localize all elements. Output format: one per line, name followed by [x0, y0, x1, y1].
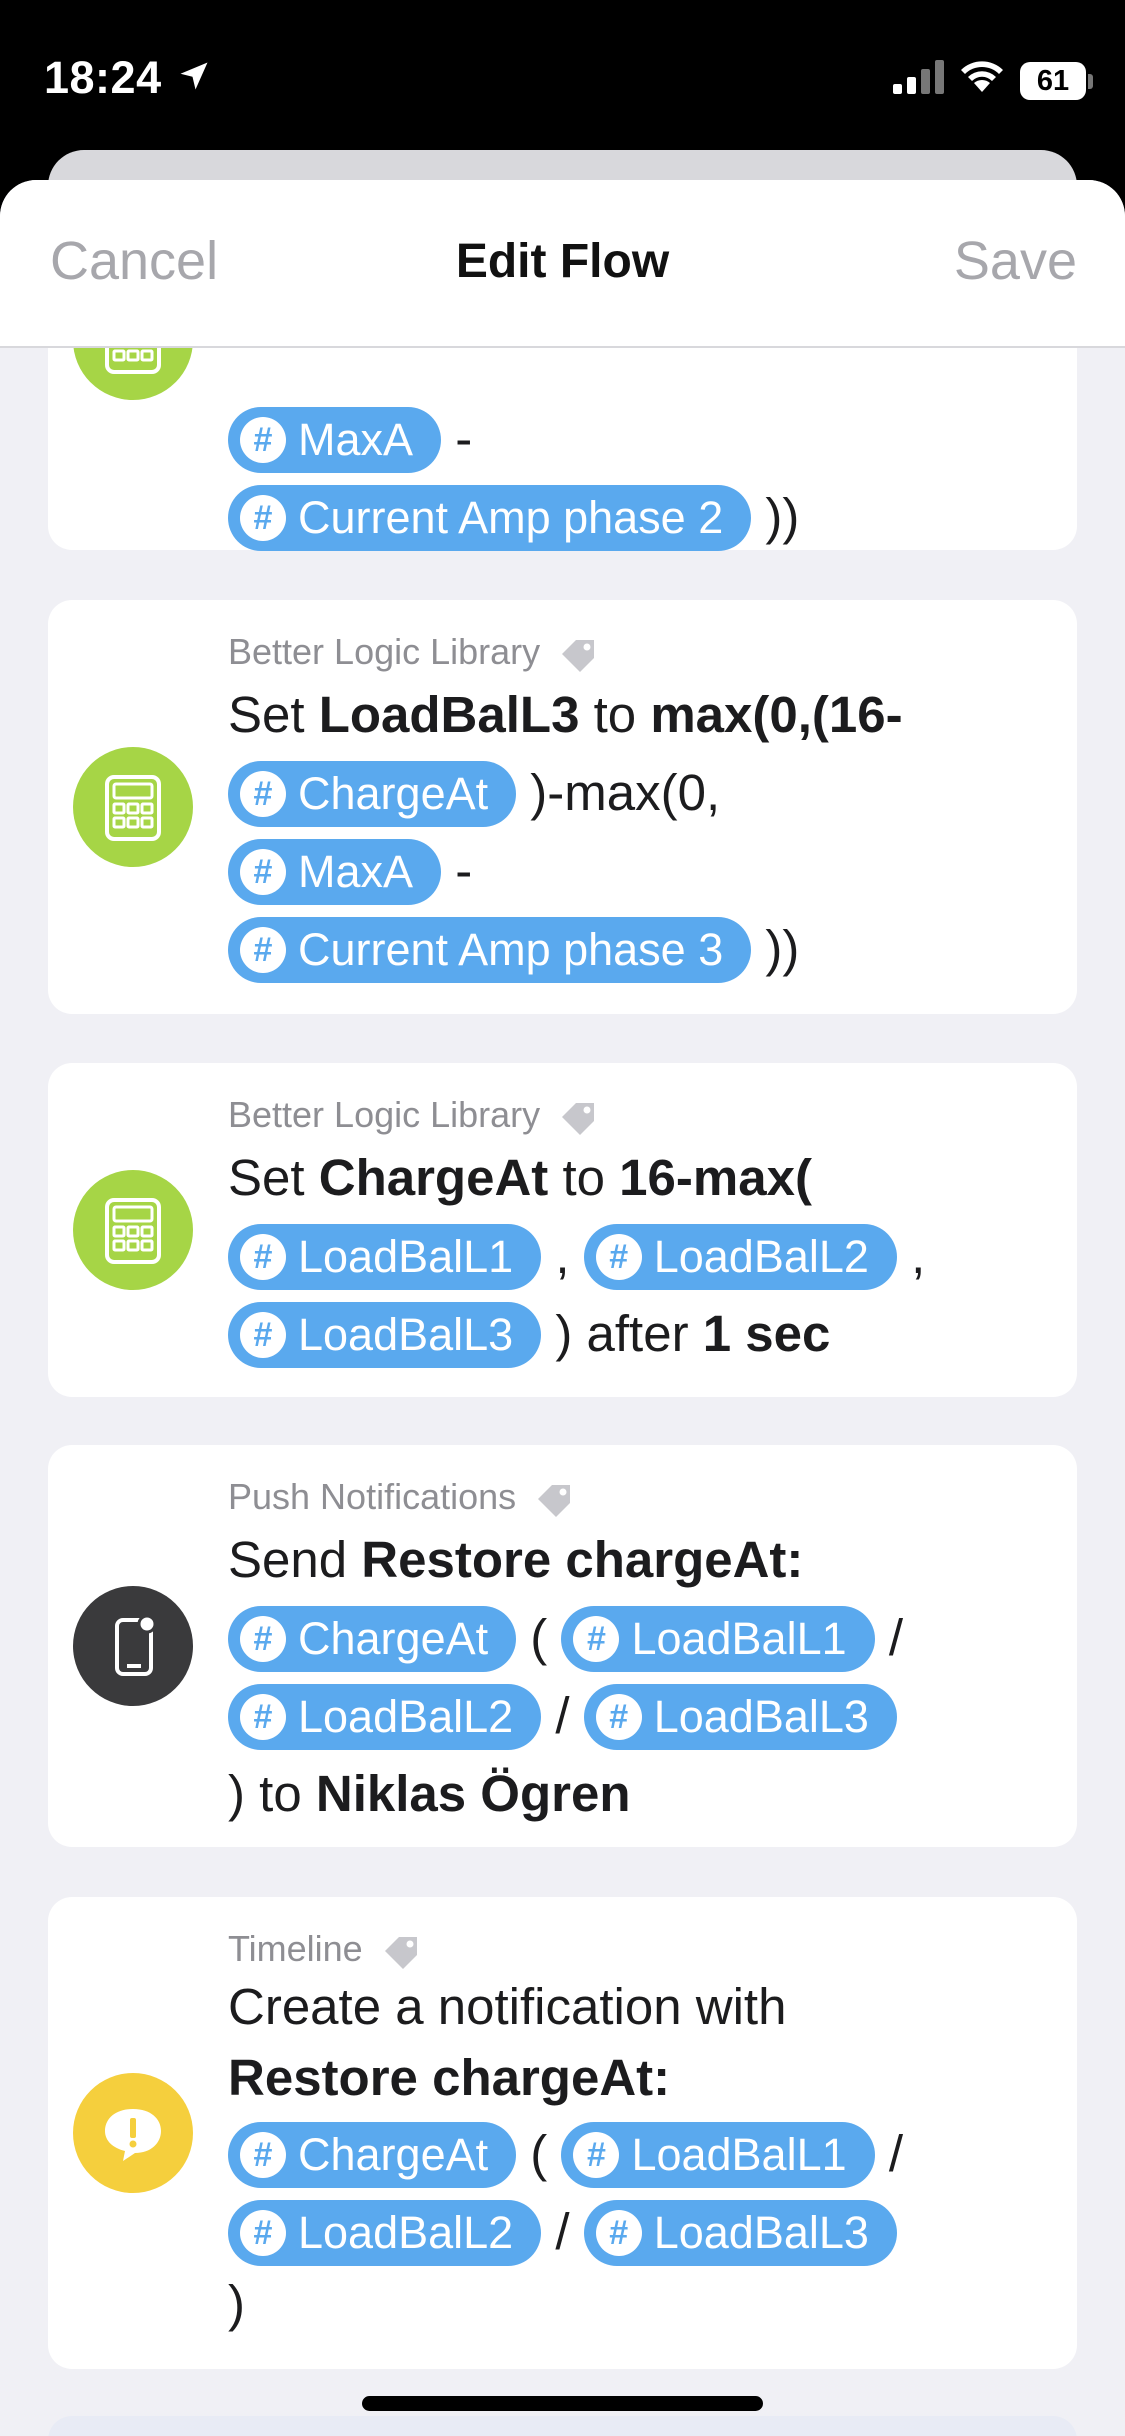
- cellular-signal-icon: [893, 60, 944, 94]
- action-line: ) to Niklas Ögren: [228, 1765, 631, 1822]
- action-line: # LoadBalL2 / # LoadBalL3: [228, 1677, 1041, 1755]
- status-time: 18:24: [44, 52, 162, 103]
- hash-icon: #: [240, 1693, 286, 1740]
- calculator-icon: [73, 747, 193, 867]
- variable-token[interactable]: # ChargeAt: [228, 2121, 517, 2188]
- app-source-label: Better Logic Library: [228, 628, 1041, 676]
- hash-icon: #: [573, 2131, 620, 2178]
- timeline-alert-icon: [73, 2073, 193, 2193]
- home-indicator[interactable]: [362, 2396, 763, 2411]
- action-line: # ChargeAt ( # LoadBalL1 /: [228, 2115, 1041, 2193]
- hash-icon: #: [240, 1311, 286, 1358]
- push-notification-icon: [73, 1586, 193, 1706]
- action-line: Set LoadBalL3 to max(0,(16-: [228, 686, 903, 743]
- hash-icon: #: [240, 416, 286, 463]
- flow-card[interactable]: Timeline Create a notification with Rest…: [48, 1897, 1077, 2369]
- action-line: # ChargeAt ( # LoadBalL1 /: [228, 1599, 1041, 1677]
- next-card-peek: [48, 2416, 1077, 2436]
- variable-token[interactable]: # ChargeAt: [228, 760, 517, 827]
- hash-icon: #: [240, 494, 286, 541]
- app-source-label: Timeline: [228, 1925, 1041, 1973]
- hash-icon: #: [573, 1615, 620, 1662]
- tag-icon[interactable]: [558, 1099, 598, 1136]
- action-line: # LoadBalL2 / # LoadBalL3: [228, 2193, 1041, 2271]
- variable-token[interactable]: # Current Amp phase 2: [228, 484, 752, 551]
- variable-token[interactable]: # LoadBalL2: [228, 1683, 542, 1750]
- hash-icon: #: [595, 1693, 642, 1740]
- variable-token[interactable]: # LoadBalL1: [561, 1605, 875, 1672]
- variable-token[interactable]: # LoadBalL3: [583, 1683, 897, 1750]
- variable-token[interactable]: # LoadBalL1: [561, 2121, 875, 2188]
- variable-token[interactable]: # MaxA: [228, 406, 442, 473]
- battery-indicator: 61: [1020, 62, 1086, 100]
- variable-token[interactable]: # MaxA: [228, 838, 442, 905]
- hash-icon: #: [240, 848, 286, 895]
- action-line: # ChargeAt )-max(0,: [228, 754, 1041, 832]
- action-line: # MaxA -: [228, 832, 1041, 910]
- app-source-label: Better Logic Library: [228, 1091, 1041, 1139]
- hash-icon: #: [595, 1233, 642, 1280]
- wifi-icon: [961, 61, 1003, 92]
- variable-token[interactable]: # ChargeAt: [228, 1605, 517, 1672]
- hash-icon: #: [240, 2131, 286, 2178]
- flow-card[interactable]: Better Logic Library Set LoadBalL3 to ma…: [48, 600, 1077, 1014]
- flow-card[interactable]: Push Notifications Send Restore chargeAt…: [48, 1445, 1077, 1847]
- battery-nub: [1088, 74, 1093, 89]
- variable-token[interactable]: # LoadBalL2: [583, 1223, 897, 1290]
- hash-icon: #: [240, 1233, 286, 1280]
- action-line: # LoadBalL1 , # LoadBalL2 ,: [228, 1217, 1041, 1295]
- variable-token[interactable]: # LoadBalL2: [228, 2199, 542, 2266]
- flow-card[interactable]: Better Logic Library Set ChargeAt to 16-…: [48, 1063, 1077, 1397]
- status-bar: 18:24 61: [0, 0, 1125, 150]
- tag-icon[interactable]: [381, 1933, 421, 1970]
- variable-token[interactable]: # LoadBalL3: [228, 1301, 542, 1368]
- variable-token[interactable]: # LoadBalL3: [583, 2199, 897, 2266]
- hash-icon: #: [595, 2209, 642, 2256]
- action-line: Restore chargeAt:: [228, 2049, 671, 2106]
- calculator-icon: [73, 1170, 193, 1290]
- action-line: Set ChargeAt to 16-max(: [228, 1149, 812, 1206]
- app-source-label: Push Notifications: [228, 1473, 1041, 1521]
- action-line: # LoadBalL3 ) after 1 sec: [228, 1295, 1041, 1373]
- action-line: # MaxA -: [228, 400, 1041, 478]
- location-arrow-icon: [180, 62, 208, 90]
- action-line: # Current Amp phase 2 )): [228, 478, 1041, 556]
- tag-icon[interactable]: [558, 636, 598, 673]
- action-line: ): [228, 2275, 245, 2332]
- variable-token[interactable]: # LoadBalL1: [228, 1223, 542, 1290]
- save-button[interactable]: Save: [954, 230, 1077, 292]
- hash-icon: #: [240, 1615, 286, 1662]
- action-line: Send Restore chargeAt:: [228, 1531, 804, 1588]
- action-line: # Current Amp phase 3 )): [228, 910, 1041, 988]
- tag-icon[interactable]: [534, 1481, 574, 1518]
- hash-icon: #: [240, 2209, 286, 2256]
- hash-icon: #: [240, 770, 286, 817]
- nav-bar: Cancel Edit Flow Save: [0, 180, 1125, 348]
- action-line: Create a notification with: [228, 1978, 787, 2035]
- edit-flow-sheet: Cancel Edit Flow Save # MaxA - # Current A…: [0, 180, 1125, 2436]
- variable-token[interactable]: # Current Amp phase 3: [228, 916, 752, 983]
- hash-icon: #: [240, 926, 286, 973]
